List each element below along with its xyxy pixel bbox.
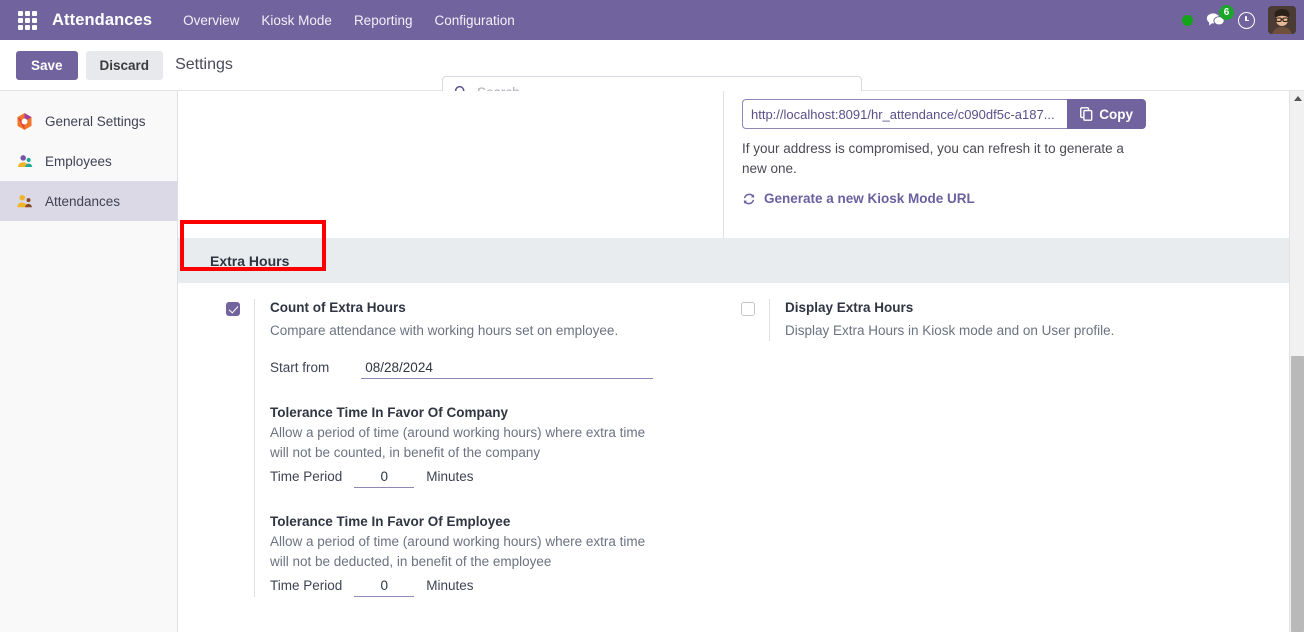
content-scrollbar[interactable] bbox=[1289, 91, 1304, 632]
count-extra-hours-body: Count of Extra Hours Compare attendance … bbox=[254, 299, 654, 597]
kiosk-url-help-text: If your address is compromised, you can … bbox=[742, 141, 1124, 176]
kiosk-mode-panel: Copy If your address is compromised, you… bbox=[178, 91, 1304, 239]
apps-grid-icon[interactable] bbox=[10, 10, 44, 30]
copy-icon bbox=[1080, 107, 1093, 121]
tolerance-company-title: Tolerance Time In Favor Of Company bbox=[270, 405, 509, 420]
start-from-field-row: Start from bbox=[270, 359, 654, 379]
tolerance-employee-unit-label: Minutes bbox=[426, 578, 474, 593]
extra-hours-section-header: Extra Hours bbox=[178, 220, 1304, 283]
tolerance-company-period-input[interactable] bbox=[354, 469, 415, 488]
display-extra-hours-description: Display Extra Hours in Kiosk mode and on… bbox=[785, 323, 1115, 338]
tolerance-employee-description: Allow a period of time (around working h… bbox=[270, 534, 646, 569]
tolerance-company-block: Tolerance Time In Favor Of Company Allow… bbox=[270, 405, 653, 488]
navbar-right-tools: 6 bbox=[1182, 0, 1296, 40]
kiosk-url-row: Copy bbox=[742, 99, 1146, 129]
nav-item-kiosk-mode[interactable]: Kiosk Mode bbox=[250, 7, 343, 34]
breadcrumb: Settings bbox=[175, 56, 233, 73]
kiosk-url-input[interactable] bbox=[742, 99, 1068, 129]
section-title: Extra Hours bbox=[210, 253, 290, 269]
start-from-label: Start from bbox=[270, 360, 330, 375]
page-body: General Settings Employees Attendances h… bbox=[0, 91, 1304, 632]
tolerance-company-unit-label: Minutes bbox=[426, 469, 474, 484]
extra-hours-settings-grid: Count of Extra Hours Compare attendance … bbox=[178, 283, 1304, 597]
top-navbar: Attendances Overview Kiosk Mode Reportin… bbox=[0, 0, 1304, 40]
tolerance-company-period-row: Time Period Minutes bbox=[270, 469, 653, 488]
messages-count-badge: 6 bbox=[1219, 5, 1234, 20]
scrollbar-thumb[interactable] bbox=[1291, 356, 1304, 632]
discard-button[interactable]: Discard bbox=[85, 50, 164, 80]
save-button[interactable]: Save bbox=[16, 50, 78, 80]
sidebar-item-label: Employees bbox=[45, 153, 112, 169]
kiosk-url-block: Copy If your address is compromised, you… bbox=[723, 91, 1304, 238]
generate-kiosk-url-label: Generate a new Kiosk Mode URL bbox=[764, 191, 975, 206]
activity-clock-icon[interactable] bbox=[1238, 11, 1255, 29]
attendances-icon bbox=[14, 191, 34, 211]
tolerance-employee-period-label: Time Period bbox=[270, 578, 343, 593]
start-from-date-input[interactable] bbox=[361, 359, 654, 379]
tolerance-employee-block: Tolerance Time In Favor Of Employee Allo… bbox=[270, 514, 653, 597]
tolerance-company-description: Allow a period of time (around working h… bbox=[270, 425, 646, 460]
display-extra-hours-body: Display Extra Hours Display Extra Hours … bbox=[769, 299, 1114, 341]
sidebar-item-general-settings[interactable]: General Settings bbox=[0, 101, 177, 141]
display-extra-hours-setting: Display Extra Hours Display Extra Hours … bbox=[741, 299, 1304, 341]
messages-button[interactable]: 6 bbox=[1206, 5, 1234, 28]
tolerance-employee-period-input[interactable] bbox=[354, 578, 415, 597]
settings-content: Copy If your address is compromised, you… bbox=[178, 91, 1304, 632]
display-extra-hours-label: Display Extra Hours bbox=[785, 300, 914, 315]
kiosk-panel-left-column bbox=[178, 91, 723, 238]
sidebar-item-label: Attendances bbox=[45, 193, 121, 209]
count-extra-hours-checkbox[interactable] bbox=[226, 302, 240, 316]
count-extra-hours-description: Compare attendance with working hours se… bbox=[270, 323, 619, 338]
sidebar-item-label: General Settings bbox=[45, 113, 146, 129]
sidebar-item-attendances[interactable]: Attendances bbox=[0, 181, 177, 221]
nav-item-overview[interactable]: Overview bbox=[172, 7, 250, 34]
scrollbar-up-arrow[interactable] bbox=[1290, 91, 1304, 106]
tolerance-company-period-label: Time Period bbox=[270, 469, 343, 484]
general-settings-icon bbox=[14, 111, 34, 131]
count-extra-hours-label: Count of Extra Hours bbox=[270, 300, 406, 315]
copy-url-button[interactable]: Copy bbox=[1067, 99, 1146, 129]
nav-item-configuration[interactable]: Configuration bbox=[423, 7, 525, 34]
display-extra-hours-checkbox[interactable] bbox=[741, 302, 755, 316]
settings-right-column: Display Extra Hours Display Extra Hours … bbox=[723, 299, 1304, 597]
copy-button-label: Copy bbox=[1099, 106, 1133, 122]
tolerance-employee-title: Tolerance Time In Favor Of Employee bbox=[270, 514, 511, 529]
connection-status-dot bbox=[1182, 14, 1193, 26]
nav-item-reporting[interactable]: Reporting bbox=[343, 7, 424, 34]
settings-left-column: Count of Extra Hours Compare attendance … bbox=[178, 299, 723, 597]
refresh-icon bbox=[743, 193, 755, 204]
count-extra-hours-setting: Count of Extra Hours Compare attendance … bbox=[226, 299, 723, 597]
app-brand-title[interactable]: Attendances bbox=[52, 11, 152, 30]
generate-kiosk-url-link[interactable]: Generate a new Kiosk Mode URL bbox=[742, 191, 1304, 206]
tolerance-employee-period-row: Time Period Minutes bbox=[270, 578, 653, 597]
settings-sidebar: General Settings Employees Attendances bbox=[0, 91, 178, 632]
user-avatar[interactable] bbox=[1268, 6, 1296, 34]
control-bar: Save Discard Settings bbox=[0, 40, 1304, 108]
employees-icon bbox=[14, 151, 34, 171]
sidebar-item-employees[interactable]: Employees bbox=[0, 141, 177, 181]
